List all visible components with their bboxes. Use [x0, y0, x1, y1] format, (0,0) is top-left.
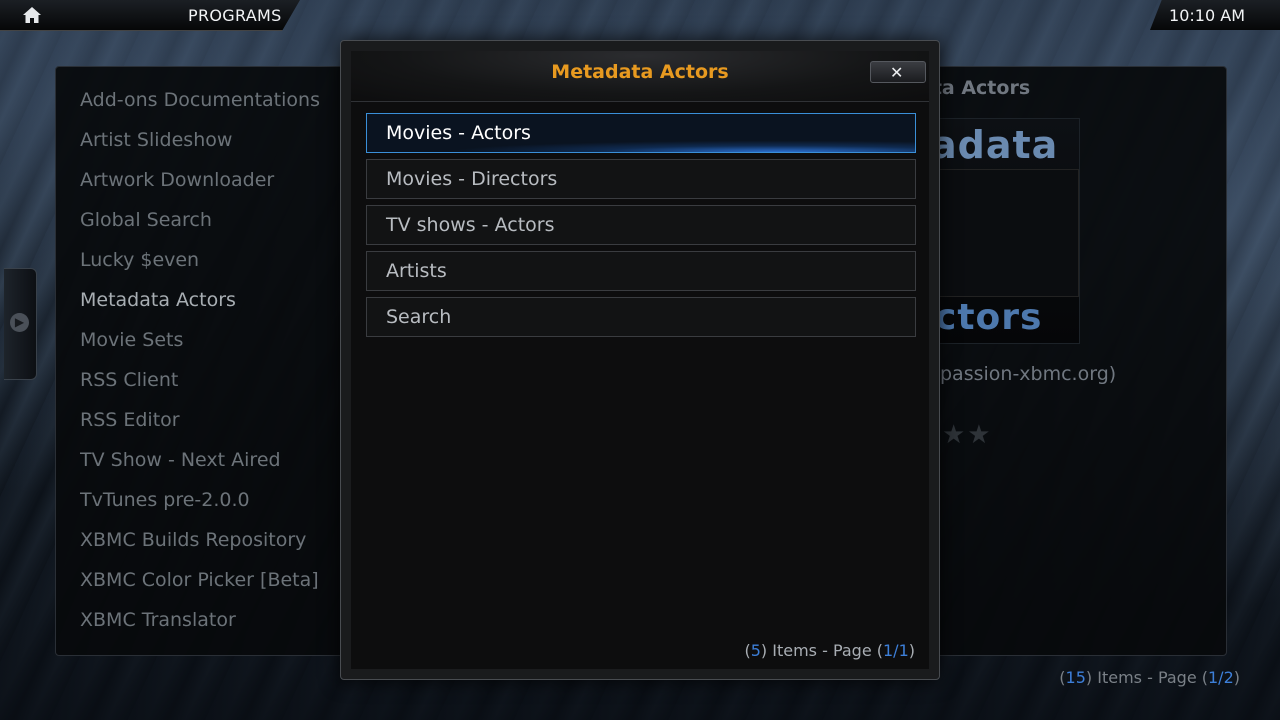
close-icon: ✕	[890, 63, 904, 82]
option-movies-actors[interactable]: Movies - Actors	[366, 113, 916, 153]
clock: 10:10 AM	[1169, 6, 1245, 25]
dialog-item-count: (5) Items - Page (1/1)	[744, 641, 915, 660]
addon-list-item[interactable]: XBMC Color Picker [Beta]	[80, 562, 350, 602]
side-menu-tab[interactable]: ▶	[4, 268, 37, 380]
list-item-count: (15) Items - Page (1/2)	[1059, 668, 1240, 687]
option-label: Artists	[386, 260, 447, 282]
dialog-count-value: 5	[750, 641, 761, 660]
dialog-header: Metadata Actors ✕	[351, 51, 929, 102]
option-artists[interactable]: Artists	[366, 251, 916, 291]
addon-list-item[interactable]: Metadata Actors	[80, 282, 350, 322]
dialog-count-close: )	[908, 641, 915, 660]
addon-list-item[interactable]: Global Search	[80, 202, 350, 242]
addon-author: passion-xbmc.org)	[940, 363, 1117, 385]
dialog-page-value: 1/1	[883, 641, 909, 660]
option-label: Movies - Directors	[386, 168, 558, 190]
rating-stars: ★★	[942, 420, 993, 450]
addon-list-item[interactable]: Lucky $even	[80, 242, 350, 282]
option-label: TV shows - Actors	[386, 214, 555, 236]
option-label: Movies - Actors	[386, 122, 531, 144]
addon-list-item[interactable]: Movie Sets	[80, 322, 350, 362]
addon-list-item[interactable]: RSS Client	[80, 362, 350, 402]
addon-list-item[interactable]: XBMC Builds Repository	[80, 522, 350, 562]
addon-list: Add-ons Documentations Artist Slideshow Ar…	[80, 82, 350, 642]
select-dialog: Metadata Actors ✕ Movies - Actors Movies…	[340, 40, 940, 680]
count-close: )	[1233, 668, 1240, 687]
addon-list-item[interactable]: Artwork Downloader	[80, 162, 350, 202]
addon-list-item[interactable]: TV Show - Next Aired	[80, 442, 350, 482]
home-icon[interactable]	[22, 6, 42, 24]
addon-list-item[interactable]: TvTunes pre-2.0.0	[80, 482, 350, 522]
arrow-right-icon: ▶	[10, 313, 29, 332]
top-bar: PROGRAMS	[0, 0, 300, 31]
addon-list-item[interactable]: RSS Editor	[80, 402, 350, 442]
option-search[interactable]: Search	[366, 297, 916, 337]
addon-list-item[interactable]: Add-ons Documentations	[80, 82, 350, 122]
dialog-body: Metadata Actors ✕ Movies - Actors Movies…	[351, 51, 929, 669]
dialog-count-mid: ) Items - Page (	[760, 641, 883, 660]
addon-thumbnail: adata ctors	[918, 118, 1080, 344]
close-button[interactable]: ✕	[870, 61, 926, 83]
thumbnail-logo-bottom: ctors	[935, 297, 1043, 338]
addon-list-item[interactable]: Artist Slideshow	[80, 122, 350, 162]
addon-list-item[interactable]: XBMC Translator	[80, 602, 350, 642]
count-value: 15	[1065, 668, 1086, 687]
option-tv-shows-actors[interactable]: TV shows - Actors	[366, 205, 916, 245]
option-movies-directors[interactable]: Movies - Directors	[366, 159, 916, 199]
page-value: 1/2	[1208, 668, 1234, 687]
thumbnail-screenshot	[937, 169, 1079, 297]
count-mid: ) Items - Page (	[1085, 668, 1208, 687]
option-label: Search	[386, 306, 452, 328]
dialog-title: Metadata Actors	[551, 61, 729, 83]
thumbnail-logo-top: adata	[931, 123, 1059, 167]
section-title: PROGRAMS	[188, 6, 282, 25]
